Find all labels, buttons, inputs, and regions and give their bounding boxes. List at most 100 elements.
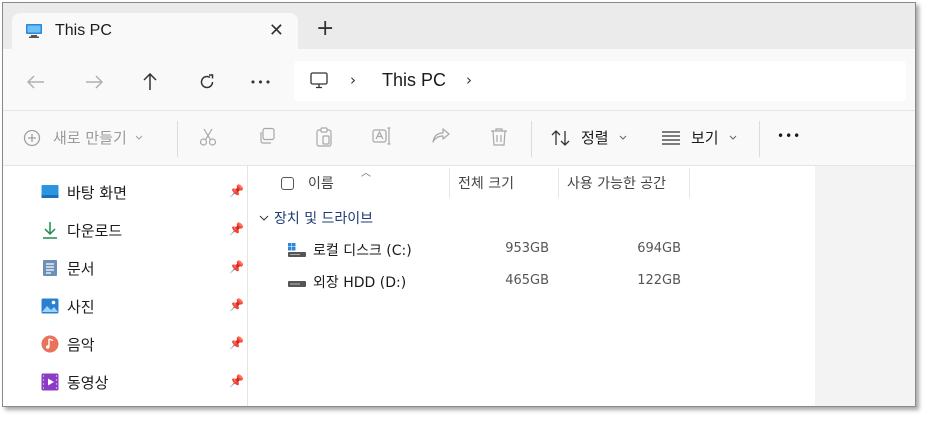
pin-icon[interactable]: 📌 — [229, 260, 244, 274]
group-label: 장치 및 드라이브 — [274, 211, 374, 227]
rename-icon — [372, 127, 391, 145]
command-bar: 새로 만들기 정렬 보기 ••• — [3, 111, 915, 166]
video-icon — [41, 373, 59, 391]
music-icon — [41, 335, 59, 353]
more-nav-button[interactable]: ••• — [248, 69, 274, 95]
divider — [531, 121, 532, 157]
drive-total-size: 465GB — [505, 273, 549, 288]
delete-button[interactable] — [490, 127, 508, 147]
sort-button[interactable]: 정렬 — [551, 127, 627, 148]
close-tab-icon[interactable]: ✕ — [269, 20, 284, 41]
chevron-down-icon — [729, 135, 736, 140]
divider — [177, 121, 178, 157]
view-list-icon — [662, 130, 680, 145]
sidebar-item-downloads[interactable]: 다운로드 📌 — [41, 218, 246, 242]
arrow-up-icon — [143, 73, 157, 90]
rename-button[interactable] — [372, 127, 392, 145]
view-button[interactable]: 보기 — [661, 127, 737, 148]
sort-indicator-icon: ︿ — [361, 168, 371, 179]
group-header-devices[interactable]: 장치 및 드라이브 — [259, 208, 373, 228]
chevron-down-icon — [135, 135, 143, 140]
tab-title: This PC — [55, 22, 112, 39]
pictures-icon — [41, 297, 59, 315]
column-header-total-size[interactable]: 전체 크기 — [458, 166, 514, 200]
plus-circle-icon — [23, 129, 41, 146]
navigation-bar: ••• › This PC › — [3, 49, 915, 111]
chevron-right-icon[interactable]: › — [350, 71, 356, 89]
chevron-down-icon — [619, 135, 626, 140]
sidebar-item-videos[interactable]: 동영상 📌 — [41, 370, 246, 394]
column-header-label: 사용 가능한 공간 — [567, 176, 667, 192]
navigation-pane: 바탕 화면 📌 다운로드 📌 문서 📌 사진 📌 음악 📌 동영상 📌 — [3, 166, 248, 406]
download-icon — [41, 221, 59, 239]
chevron-right-icon[interactable]: › — [466, 71, 472, 89]
column-header-label: 이름 — [308, 176, 334, 192]
back-button[interactable] — [23, 69, 49, 95]
sort-icon — [551, 129, 570, 146]
sidebar-item-music[interactable]: 음악 📌 — [41, 332, 246, 356]
sidebar-item-desktop[interactable]: 바탕 화면 📌 — [41, 180, 246, 204]
more-icon: ••• — [777, 129, 802, 143]
column-divider[interactable] — [558, 168, 559, 198]
sidebar-item-label: 문서 — [67, 259, 95, 278]
pin-icon[interactable]: 📌 — [229, 298, 244, 312]
drive-free-space: 694GB — [637, 241, 681, 256]
address-bar[interactable]: › This PC › — [294, 61, 906, 101]
table-row[interactable]: 외장 HDD (D:) 465GB 122GB — [287, 268, 707, 294]
desktop-icon — [41, 183, 59, 201]
sidebar-item-label: 동영상 — [67, 373, 109, 392]
column-header-name[interactable]: 이름 — [281, 166, 334, 200]
windows-drive-icon — [288, 243, 306, 257]
trash-icon — [491, 128, 507, 146]
explorer-window: This PC ✕ + ••• › This PC › 새로 만들기 정렬 보기… — [2, 2, 916, 407]
pin-icon[interactable]: 📌 — [229, 222, 244, 236]
column-header-free-space[interactable]: 사용 가능한 공간 — [567, 166, 666, 200]
drive-icon — [288, 281, 306, 287]
refresh-icon — [200, 74, 214, 89]
breadcrumb-this-pc[interactable]: This PC — [382, 70, 446, 91]
sidebar-item-label: 음악 — [67, 335, 95, 354]
drive-name: 외장 HDD (D:) — [313, 275, 407, 291]
column-divider[interactable] — [449, 168, 450, 198]
sidebar-item-pictures[interactable]: 사진 📌 — [41, 294, 246, 318]
tab-bar: This PC ✕ + — [3, 3, 915, 49]
clipboard-icon — [316, 127, 332, 147]
divider — [759, 121, 760, 157]
more-icon: ••• — [249, 75, 273, 89]
arrow-left-icon — [27, 75, 44, 89]
share-icon — [432, 128, 450, 143]
new-button[interactable]: 새로 만들기 — [23, 127, 143, 148]
up-button[interactable] — [137, 69, 163, 95]
new-tab-button[interactable]: + — [316, 18, 334, 40]
cut-button[interactable] — [199, 127, 217, 147]
tab-this-pc[interactable]: This PC ✕ — [12, 13, 298, 49]
share-button[interactable] — [431, 127, 451, 145]
monitor-icon — [26, 24, 42, 38]
sidebar-item-documents[interactable]: 문서 📌 — [41, 256, 246, 280]
copy-icon — [260, 127, 275, 144]
sort-label: 정렬 — [581, 129, 609, 147]
paste-button[interactable] — [315, 127, 333, 147]
document-icon — [41, 259, 59, 277]
column-divider[interactable] — [689, 168, 690, 198]
copy-button[interactable] — [258, 127, 276, 145]
pin-icon[interactable]: 📌 — [229, 336, 244, 350]
view-label: 보기 — [691, 129, 719, 147]
sidebar-item-label: 다운로드 — [67, 221, 123, 240]
scissors-icon — [199, 128, 217, 146]
see-more-button[interactable]: ••• — [777, 129, 801, 143]
pin-icon[interactable]: 📌 — [229, 374, 244, 388]
details-pane — [815, 166, 915, 406]
drive-total-size: 953GB — [505, 241, 549, 256]
drive-name: 로컬 디스크 (C:) — [313, 243, 412, 259]
select-all-checkbox[interactable] — [281, 176, 294, 190]
column-header-label: 전체 크기 — [458, 176, 514, 192]
pin-icon[interactable]: 📌 — [229, 184, 244, 198]
forward-button[interactable] — [81, 69, 107, 95]
table-row[interactable]: 로컬 디스크 (C:) 953GB 694GB — [287, 236, 707, 262]
sidebar-item-label: 사진 — [67, 297, 95, 316]
arrow-right-icon — [86, 75, 103, 89]
drive-free-space: 122GB — [637, 273, 681, 288]
refresh-button[interactable] — [194, 69, 220, 95]
new-button-label: 새로 만들기 — [53, 129, 127, 147]
